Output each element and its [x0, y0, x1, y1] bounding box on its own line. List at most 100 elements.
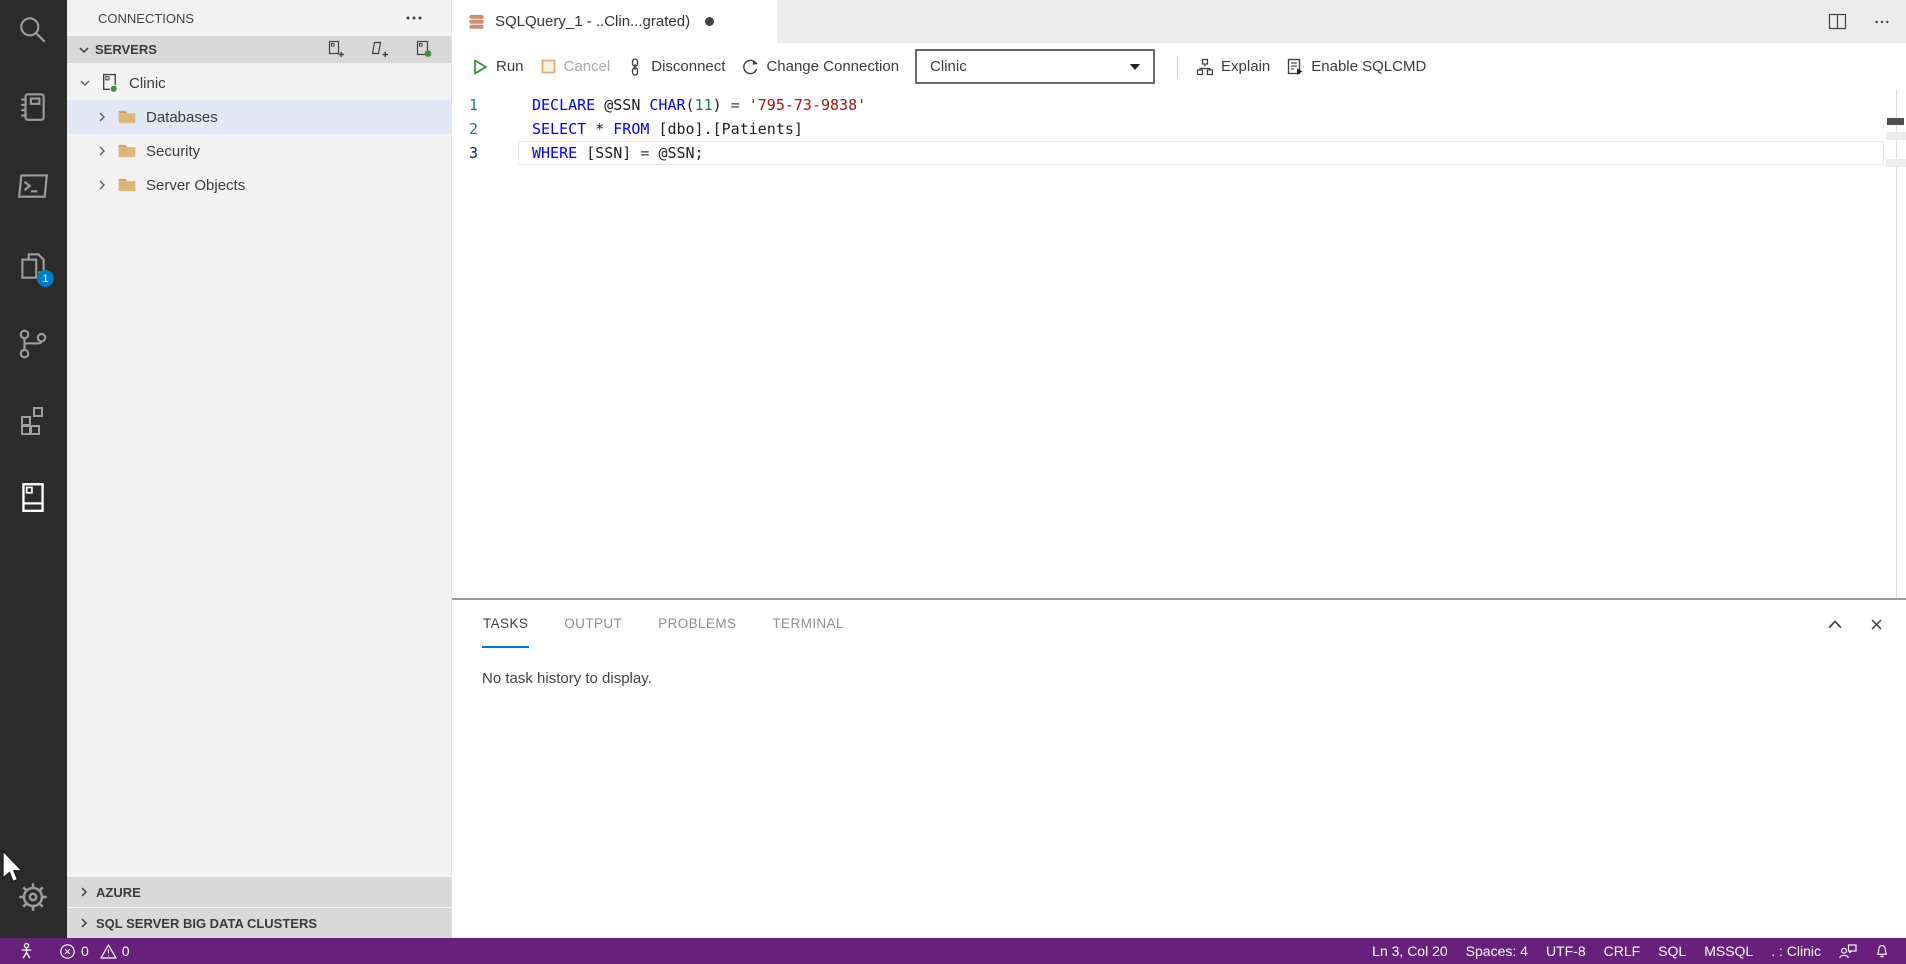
accessibility-icon[interactable] — [10, 942, 43, 960]
explain-label: Explain — [1221, 58, 1270, 75]
cancel-button[interactable]: Cancel — [532, 50, 619, 84]
database-dropdown-value: Clinic — [930, 58, 967, 75]
panel-tab-tasks[interactable]: TASKS — [482, 600, 529, 648]
change-connection-button[interactable]: Change Connection — [733, 50, 907, 84]
run-label: Run — [496, 58, 524, 75]
errors-icon — [59, 943, 76, 960]
new-connection-icon[interactable] — [327, 40, 346, 59]
query-toolbar: Run Cancel Disconnect — [452, 43, 1906, 90]
active-connections-icon[interactable] — [415, 40, 434, 59]
new-server-group-icon[interactable] — [371, 40, 390, 59]
language-status[interactable]: SQL — [1649, 943, 1695, 959]
terminal-icon[interactable] — [9, 162, 57, 210]
database-file-icon — [467, 12, 486, 31]
tree-label: Server Objects — [146, 177, 245, 194]
panel-tab-output[interactable]: OUTPUT — [563, 600, 623, 648]
tab-title: SQLQuery_1 - ..Clin...grated) — [495, 13, 690, 30]
explain-button[interactable]: Explain — [1188, 50, 1278, 84]
server-icon — [100, 73, 120, 93]
servers-section-label: SERVERS — [95, 42, 157, 57]
folder-icon — [117, 108, 137, 126]
chevron-right-icon — [94, 145, 110, 157]
azure-data-studio-window: 1 — [0, 0, 1906, 964]
source-control-icon[interactable] — [9, 320, 57, 368]
line-number: 2 — [452, 117, 478, 141]
connections-sidebar: CONNECTIONS SERVERS — [67, 0, 451, 938]
overview-marker — [1886, 159, 1906, 167]
chevron-right-icon — [94, 111, 110, 123]
cursor-position-status[interactable]: Ln 3, Col 20 — [1363, 943, 1457, 959]
chevron-down-icon — [78, 44, 90, 56]
eol-status[interactable]: CRLF — [1595, 943, 1650, 959]
azure-section-label: AZURE — [96, 885, 141, 900]
notebooks-icon[interactable] — [9, 83, 57, 131]
database-dropdown[interactable]: Clinic — [915, 49, 1155, 84]
close-panel-icon[interactable] — [1869, 617, 1884, 632]
editor-code-area[interactable]: 1 DECLARE @SSN CHAR(11) = '795-73-9838' … — [452, 90, 1906, 598]
code-text: WHERE [SSN] = @SSN; — [532, 141, 704, 165]
problems-status[interactable]: 0 0 — [59, 943, 130, 960]
tree-row-server-objects[interactable]: Server Objects — [67, 168, 451, 202]
tree-label: Security — [146, 143, 200, 160]
tree-row-databases[interactable]: Databases — [67, 100, 451, 134]
tree-row-security[interactable]: Security — [67, 134, 451, 168]
indentation-status[interactable]: Spaces: 4 — [1457, 943, 1537, 959]
panel-actions — [1827, 600, 1884, 648]
encoding-status[interactable]: UTF-8 — [1537, 943, 1595, 959]
activity-bar: 1 — [0, 0, 67, 938]
more-actions-icon[interactable] — [405, 9, 423, 27]
big-data-clusters-label: SQL SERVER BIG DATA CLUSTERS — [96, 916, 317, 931]
maximize-panel-icon[interactable] — [1827, 618, 1843, 630]
toolbar-separator — [1177, 56, 1178, 78]
folder-icon — [117, 176, 137, 194]
line-number: 3 — [452, 141, 478, 165]
tasks-panel-body: No task history to display. — [452, 648, 1906, 687]
code-line-2: 2 SELECT * FROM [dbo].[Patients] — [452, 117, 1906, 141]
tab-sqlquery1[interactable]: SQLQuery_1 - ..Clin...grated) — [452, 0, 777, 43]
panel-tab-bar: TASKS OUTPUT PROBLEMS TERMINAL — [452, 600, 1906, 648]
code-text: DECLARE @SSN CHAR(11) = '795-73-9838' — [532, 93, 866, 117]
more-actions-icon[interactable] — [1874, 14, 1890, 30]
panel-tab-terminal[interactable]: TERMINAL — [771, 600, 844, 648]
enable-sqlcmd-label: Enable SQLCMD — [1311, 58, 1426, 75]
split-editor-icon[interactable] — [1828, 13, 1847, 30]
settings-gear-icon[interactable] — [9, 873, 57, 921]
notifications-bell-icon[interactable] — [1866, 943, 1898, 960]
enable-sqlcmd-button[interactable]: Enable SQLCMD — [1278, 50, 1434, 84]
big-data-clusters-section-header[interactable]: SQL SERVER BIG DATA CLUSTERS — [67, 907, 451, 938]
chevron-right-icon — [78, 886, 90, 898]
sidebar-bottom-sections: AZURE SQL SERVER BIG DATA CLUSTERS — [67, 876, 451, 938]
azure-section-header[interactable]: AZURE — [67, 876, 451, 907]
code-text: SELECT * FROM [dbo].[Patients] — [532, 117, 803, 141]
run-button[interactable]: Run — [463, 50, 532, 84]
change-connection-label: Change Connection — [766, 58, 899, 75]
overview-cursor-marker — [1887, 118, 1904, 125]
status-bar-left: 0 0 — [10, 942, 130, 960]
status-bar: 0 0 Ln 3, Col 20 Spaces: 4 UTF-8 CRLF SQ… — [0, 938, 1906, 964]
open-editors-badge: 1 — [37, 270, 54, 287]
bottom-panel: TASKS OUTPUT PROBLEMS TERMINAL — [452, 598, 1906, 938]
chevron-down-icon — [77, 77, 93, 89]
tree-label: Clinic — [129, 75, 166, 92]
chevron-down-icon — [1130, 64, 1140, 70]
tree-row-clinic[interactable]: Clinic — [67, 66, 451, 100]
code-line-3: 3 WHERE [SSN] = @SSN; — [452, 141, 1906, 165]
sidebar-title: CONNECTIONS — [98, 11, 194, 26]
servers-section-header[interactable]: SERVERS — [67, 36, 451, 63]
connection-status[interactable]: . : Clinic — [1762, 943, 1830, 959]
disconnect-button[interactable]: Disconnect — [618, 50, 733, 84]
status-bar-right: Ln 3, Col 20 Spaces: 4 UTF-8 CRLF SQL MS… — [1363, 942, 1898, 960]
tabbar-actions — [1828, 0, 1890, 43]
overview-marker — [1886, 132, 1906, 140]
unsaved-dot-icon[interactable] — [705, 17, 714, 26]
code-line-1: 1 DECLARE @SSN CHAR(11) = '795-73-9838' — [452, 93, 1906, 117]
extensions-icon[interactable] — [9, 396, 57, 444]
panel-tab-problems[interactable]: PROBLEMS — [657, 600, 737, 648]
provider-status[interactable]: MSSQL — [1695, 943, 1762, 959]
search-icon[interactable] — [9, 6, 57, 54]
chevron-right-icon — [78, 917, 90, 929]
connections-icon[interactable] — [9, 473, 57, 521]
warnings-icon — [100, 943, 117, 960]
feedback-icon[interactable] — [1830, 942, 1866, 960]
open-editors-icon[interactable]: 1 — [9, 242, 57, 290]
